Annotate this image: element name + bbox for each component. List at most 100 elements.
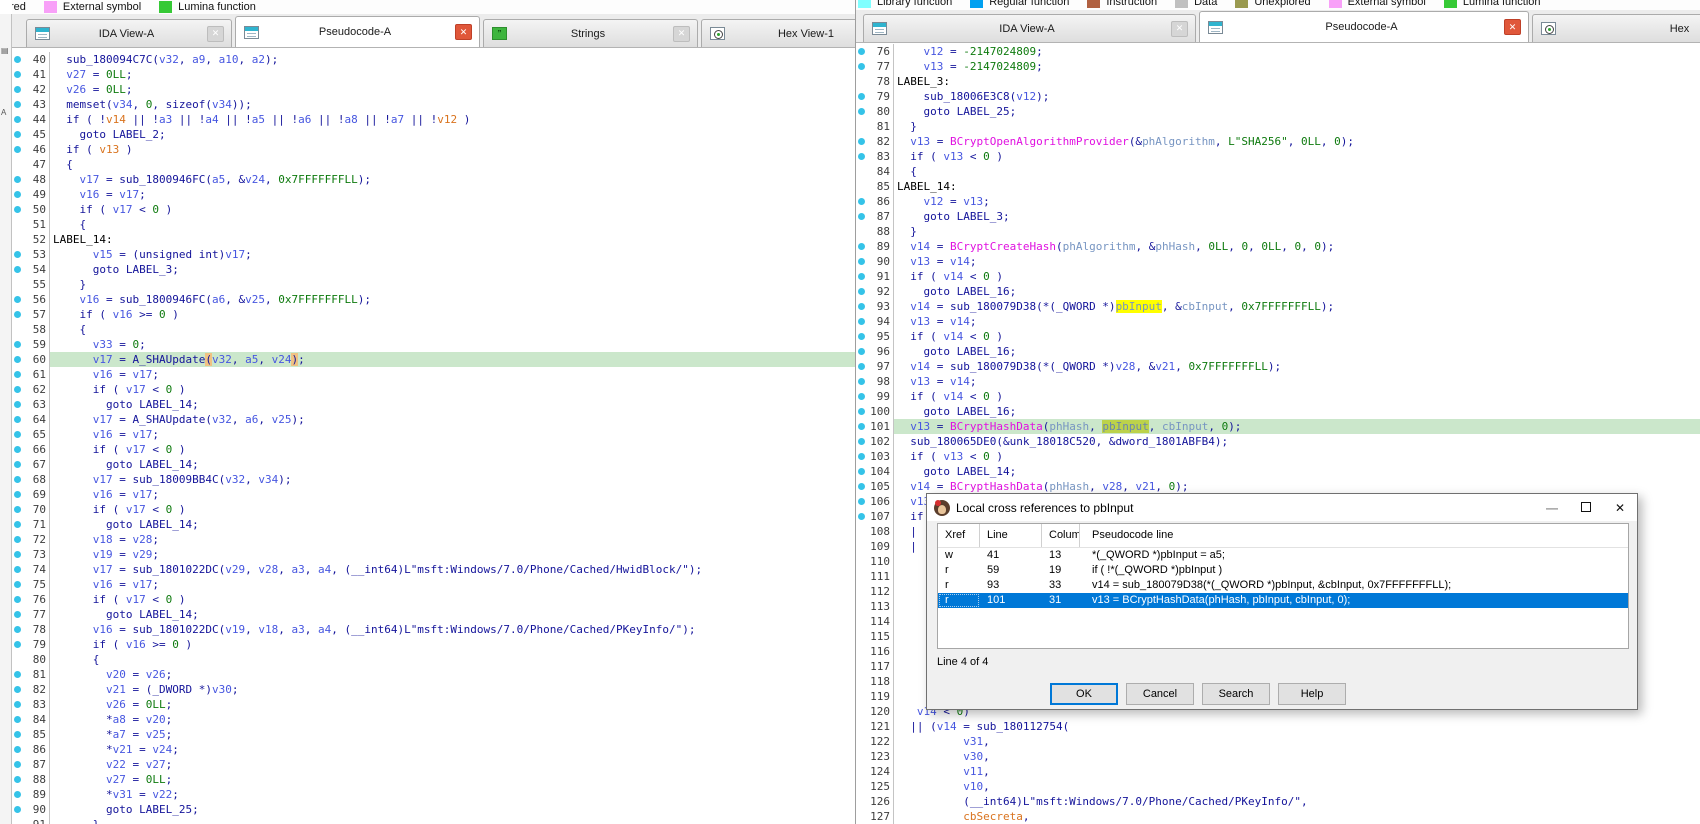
gutter[interactable]: 53 bbox=[12, 247, 49, 262]
code-line-64[interactable]: 64 v17 = A_SHAUpdate(v32, a6, v25); bbox=[12, 412, 855, 427]
code-line-89[interactable]: 89 v14 = BCryptCreateHash(phAlgorithm, &… bbox=[856, 239, 1700, 254]
code-text[interactable]: goto LABEL_25; bbox=[50, 802, 855, 817]
breakpoint-dot-empty[interactable] bbox=[858, 123, 865, 130]
code-line-52[interactable]: 52LABEL_14: bbox=[12, 232, 855, 247]
gutter[interactable]: 102 bbox=[856, 434, 893, 449]
gutter[interactable]: 85 bbox=[856, 179, 893, 194]
gutter[interactable]: 62 bbox=[12, 382, 49, 397]
gutter[interactable]: 87 bbox=[12, 757, 49, 772]
code-text[interactable]: v19 = v29; bbox=[50, 547, 855, 562]
breakpoint-dot-icon[interactable] bbox=[858, 498, 865, 505]
xref-line[interactable]: 59 bbox=[980, 563, 1042, 578]
code-text[interactable]: v12 = -2147024809; bbox=[894, 44, 1700, 59]
code-text[interactable]: LABEL_3: bbox=[894, 74, 1700, 89]
breakpoint-dot-empty[interactable] bbox=[858, 663, 865, 670]
gutter[interactable]: 106 bbox=[856, 494, 893, 509]
breakpoint-dot-empty[interactable] bbox=[14, 236, 21, 243]
code-text[interactable]: v13 = BCryptHashData(phHash, pbInput, cb… bbox=[894, 419, 1700, 434]
breakpoint-dot-icon[interactable] bbox=[14, 701, 21, 708]
breakpoint-dot-icon[interactable] bbox=[14, 596, 21, 603]
breakpoint-dot-icon[interactable] bbox=[858, 453, 865, 460]
code-line-77[interactable]: 77 v13 = -2147024809; bbox=[856, 59, 1700, 74]
gutter[interactable]: 65 bbox=[12, 427, 49, 442]
gutter[interactable]: 69 bbox=[12, 487, 49, 502]
code-text[interactable]: cbSecreta, bbox=[894, 809, 1700, 824]
gutter[interactable]: 114 bbox=[856, 614, 893, 629]
code-line-45[interactable]: 45 goto LABEL_2; bbox=[12, 127, 855, 142]
xref-type[interactable]: r bbox=[938, 563, 980, 578]
code-line-84[interactable]: 84 { bbox=[856, 164, 1700, 179]
code-line-54[interactable]: 54 goto LABEL_3; bbox=[12, 262, 855, 277]
gutter[interactable]: 90 bbox=[12, 802, 49, 817]
breakpoint-dot-icon[interactable] bbox=[14, 491, 21, 498]
minimize-icon[interactable]: — bbox=[1535, 501, 1569, 515]
code-text[interactable]: } bbox=[50, 277, 855, 292]
breakpoint-dot-icon[interactable] bbox=[14, 446, 21, 453]
code-line-51[interactable]: 51 { bbox=[12, 217, 855, 232]
code-text[interactable]: { bbox=[50, 322, 855, 337]
gutter[interactable]: 88 bbox=[856, 224, 893, 239]
breakpoint-dot-icon[interactable] bbox=[14, 131, 21, 138]
xref-pseudocode[interactable]: *(_QWORD *)pbInput = a5; bbox=[1080, 548, 1628, 563]
code-text[interactable]: v27 = 0LL; bbox=[50, 67, 855, 82]
breakpoint-dot-empty[interactable] bbox=[858, 558, 865, 565]
gutter[interactable]: 48 bbox=[12, 172, 49, 187]
xref-column[interactable]: 19 bbox=[1042, 563, 1080, 578]
code-line-69[interactable]: 69 v16 = v17; bbox=[12, 487, 855, 502]
code-text[interactable]: goto LABEL_14; bbox=[50, 457, 855, 472]
code-text[interactable]: v11, bbox=[894, 764, 1700, 779]
gutter[interactable]: 68 bbox=[12, 472, 49, 487]
code-line-86[interactable]: 86 v12 = v13; bbox=[856, 194, 1700, 209]
code-line-89[interactable]: 89 *v31 = v22; bbox=[12, 787, 855, 802]
column-header-line[interactable]: Line bbox=[980, 524, 1042, 547]
breakpoint-dot-icon[interactable] bbox=[14, 101, 21, 108]
code-line-47[interactable]: 47 { bbox=[12, 157, 855, 172]
breakpoint-dot-icon[interactable] bbox=[858, 288, 865, 295]
breakpoint-dot-icon[interactable] bbox=[858, 213, 865, 220]
breakpoint-dot-icon[interactable] bbox=[14, 341, 21, 348]
code-text[interactable]: v13 = -2147024809; bbox=[894, 59, 1700, 74]
code-line-41[interactable]: 41 v27 = 0LL; bbox=[12, 67, 855, 82]
gutter[interactable]: 90 bbox=[856, 254, 893, 269]
breakpoint-dot-icon[interactable] bbox=[858, 198, 865, 205]
breakpoint-dot-icon[interactable] bbox=[14, 311, 21, 318]
gutter[interactable]: 107 bbox=[856, 509, 893, 524]
breakpoint-dot-icon[interactable] bbox=[858, 423, 865, 430]
code-text[interactable]: v14 = BCryptCreateHash(phAlgorithm, &phH… bbox=[894, 239, 1700, 254]
code-line-49[interactable]: 49 v16 = v17; bbox=[12, 187, 855, 202]
code-text[interactable]: { bbox=[894, 164, 1700, 179]
code-line-121[interactable]: 121 || (v14 = sub_180112754( bbox=[856, 719, 1700, 734]
code-text[interactable]: v13 = v14; bbox=[894, 374, 1700, 389]
code-line-82[interactable]: 82 v21 = (_DWORD *)v30; bbox=[12, 682, 855, 697]
xref-line[interactable]: 41 bbox=[980, 548, 1042, 563]
gutter[interactable]: 122 bbox=[856, 734, 893, 749]
breakpoint-dot-icon[interactable] bbox=[858, 243, 865, 250]
code-text[interactable]: sub_180065DE0(&unk_18018C520, &dword_180… bbox=[894, 434, 1700, 449]
code-text[interactable]: v17 = A_SHAUpdate(v32, a6, v25); bbox=[50, 412, 855, 427]
code-line-43[interactable]: 43 memset(v34, 0, sizeof(v34)); bbox=[12, 97, 855, 112]
code-text[interactable]: v13 = v14; bbox=[894, 254, 1700, 269]
gutter[interactable]: 52 bbox=[12, 232, 49, 247]
breakpoint-dot-icon[interactable] bbox=[14, 716, 21, 723]
code-line-127[interactable]: 127 cbSecreta, bbox=[856, 809, 1700, 824]
code-line-91[interactable]: 91 if ( v14 < 0 ) bbox=[856, 269, 1700, 284]
code-text[interactable]: goto LABEL_3; bbox=[50, 262, 855, 277]
code-text[interactable]: if ( v17 < 0 ) bbox=[50, 502, 855, 517]
code-text[interactable]: sub_18006E3C8(v12); bbox=[894, 89, 1700, 104]
code-text[interactable]: v22 = v27; bbox=[50, 757, 855, 772]
code-line-102[interactable]: 102 sub_180065DE0(&unk_18018C520, &dword… bbox=[856, 434, 1700, 449]
breakpoint-dot-empty[interactable] bbox=[858, 78, 865, 85]
code-text[interactable]: goto LABEL_16; bbox=[894, 404, 1700, 419]
breakpoint-dot-icon[interactable] bbox=[14, 461, 21, 468]
gutter[interactable]: 45 bbox=[12, 127, 49, 142]
code-text[interactable]: v13 = v14; bbox=[894, 314, 1700, 329]
code-text[interactable]: goto LABEL_16; bbox=[894, 284, 1700, 299]
code-line-73[interactable]: 73 v19 = v29; bbox=[12, 547, 855, 562]
gutter[interactable]: 104 bbox=[856, 464, 893, 479]
breakpoint-dot-icon[interactable] bbox=[14, 176, 21, 183]
breakpoint-dot-empty[interactable] bbox=[858, 783, 865, 790]
breakpoint-dot-icon[interactable] bbox=[858, 138, 865, 145]
code-line-84[interactable]: 84 *a8 = v20; bbox=[12, 712, 855, 727]
breakpoint-dot-icon[interactable] bbox=[14, 476, 21, 483]
gutter[interactable]: 54 bbox=[12, 262, 49, 277]
